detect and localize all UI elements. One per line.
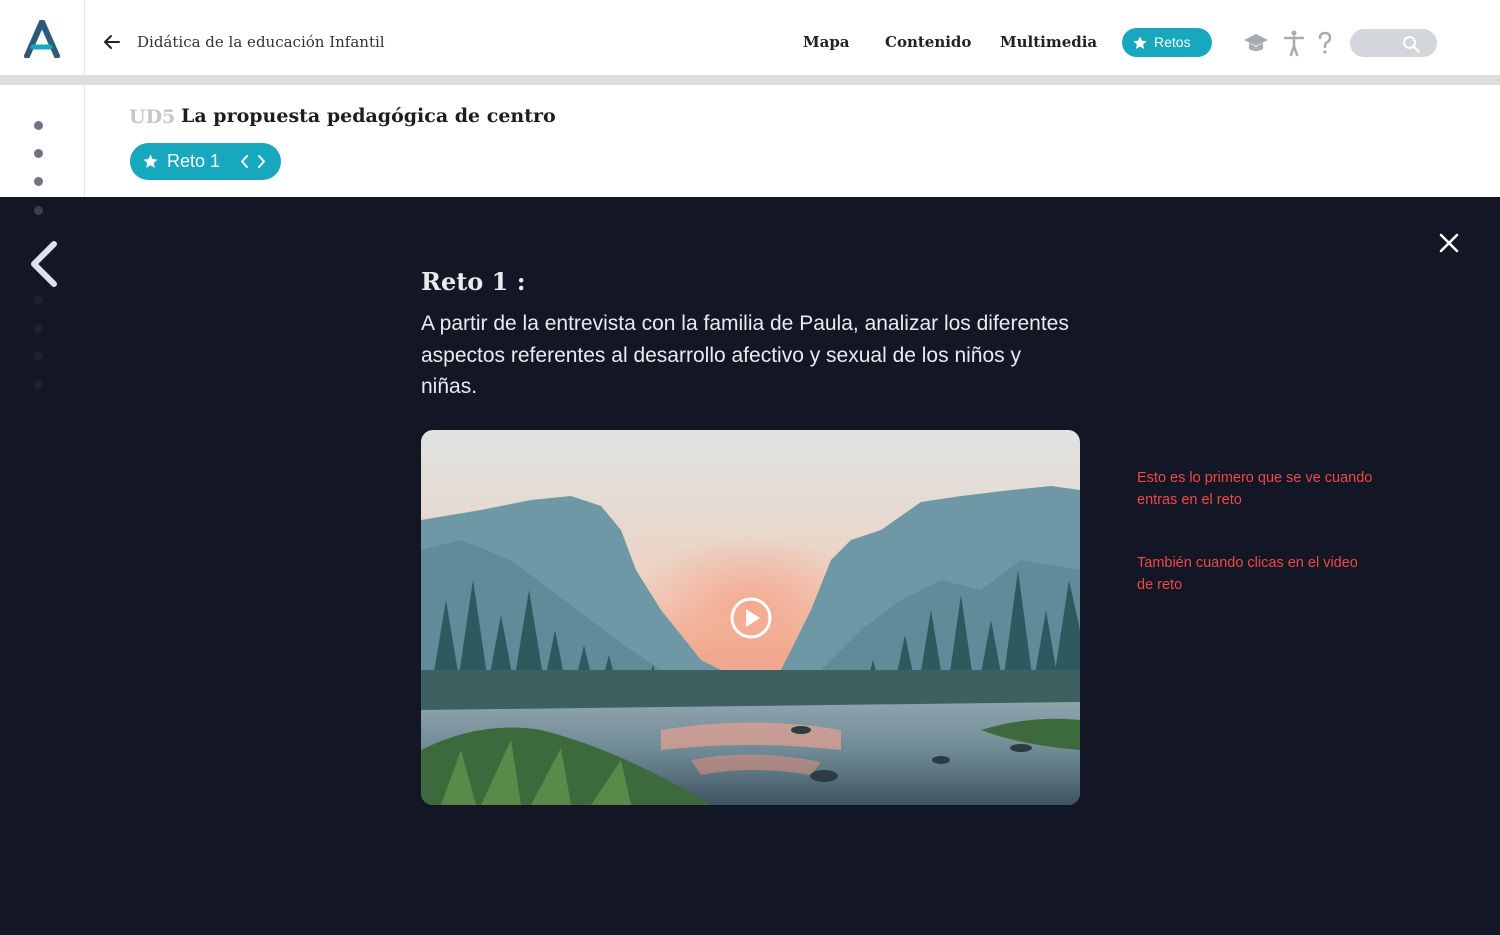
nav-multimedia[interactable]: Multimedia	[1000, 33, 1097, 51]
logo-a-icon[interactable]	[24, 20, 60, 58]
nav-dot	[34, 380, 43, 389]
search-icon[interactable]	[1402, 35, 1420, 53]
nav-contenido[interactable]: Contenido	[885, 33, 971, 51]
unit-title: La propuesta pedagógica de centro	[181, 105, 556, 127]
nav-dot[interactable]	[34, 177, 43, 186]
nav-dot	[34, 352, 43, 361]
nav-dot[interactable]	[34, 149, 43, 158]
modal-heading: Reto 1 :	[421, 267, 526, 296]
top-bar: Didática de la educación Infantil Mapa C…	[0, 0, 1500, 75]
nav-dot[interactable]	[34, 121, 43, 130]
reto-selector[interactable]: Reto 1	[130, 143, 281, 180]
retos-label: Retos	[1154, 34, 1191, 50]
chevron-left-icon[interactable]	[239, 154, 249, 169]
nav-dot	[34, 206, 43, 215]
back-arrow-icon[interactable]	[101, 31, 123, 53]
reto-selector-label: Reto 1	[167, 151, 221, 171]
course-title[interactable]: Didática de la educación Infantil	[137, 33, 385, 51]
nav-dot	[34, 296, 43, 305]
chevron-right-icon[interactable]	[257, 154, 267, 169]
reto-video[interactable]	[421, 430, 1080, 805]
unit-code: UD5	[129, 106, 176, 128]
play-icon[interactable]	[729, 596, 773, 640]
retos-button[interactable]: Retos	[1122, 28, 1212, 57]
annotation-note: También cuando clicas en el video de ret…	[1137, 555, 1358, 593]
star-icon	[1133, 36, 1147, 49]
accessibility-icon[interactable]	[1284, 30, 1304, 58]
close-icon[interactable]	[1438, 232, 1460, 254]
topbar-divider	[0, 75, 1500, 85]
previous-arrow-icon[interactable]	[26, 240, 62, 288]
search-input[interactable]	[1350, 29, 1437, 57]
star-icon	[143, 154, 158, 168]
modal-description: A partir de la entrevista con la familia…	[421, 312, 1069, 398]
nav-mapa[interactable]: Mapa	[803, 33, 850, 51]
nav-dot	[34, 324, 43, 333]
logo-area	[0, 0, 85, 75]
graduation-cap-icon[interactable]	[1243, 33, 1269, 53]
help-icon[interactable]	[1317, 31, 1333, 55]
annotation-note: Esto es lo primero que se ve cuando entr…	[1137, 470, 1373, 508]
